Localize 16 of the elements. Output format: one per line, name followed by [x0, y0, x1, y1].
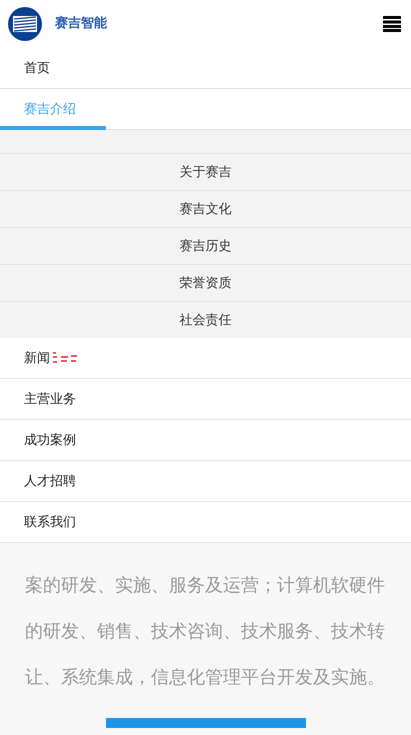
logo-icon [8, 7, 42, 41]
intro-text-line: 让、系统集成，信息化管理平台开发及实施。 [25, 666, 386, 689]
nav-item[interactable]: 主营业务 [0, 379, 411, 419]
nav-item[interactable]: 联系我们 [0, 502, 411, 542]
submenu-item[interactable]: 荣誉资质 [0, 264, 411, 301]
nav-item[interactable]: 首页 [0, 48, 411, 88]
submenu-item[interactable]: 关于赛吉 [0, 153, 411, 190]
menu-icon[interactable] [383, 16, 401, 32]
nav-item[interactable]: 人才招聘 [0, 461, 411, 501]
intro-text-line: 的研发、销售、技术咨询、技术服务、技术转 [25, 620, 386, 643]
brand-name: 赛吉智能 [55, 14, 107, 34]
nav-item[interactable]: 新闻 [0, 338, 411, 378]
submenu-item[interactable]: 赛吉历史 [0, 227, 411, 264]
intro-text-line: 案的研发、实施、服务及运营；计算机软硬件 [25, 574, 386, 597]
submenu-item[interactable]: 赛吉文化 [0, 190, 411, 227]
nav-item[interactable]: 成功案例 [0, 420, 411, 460]
